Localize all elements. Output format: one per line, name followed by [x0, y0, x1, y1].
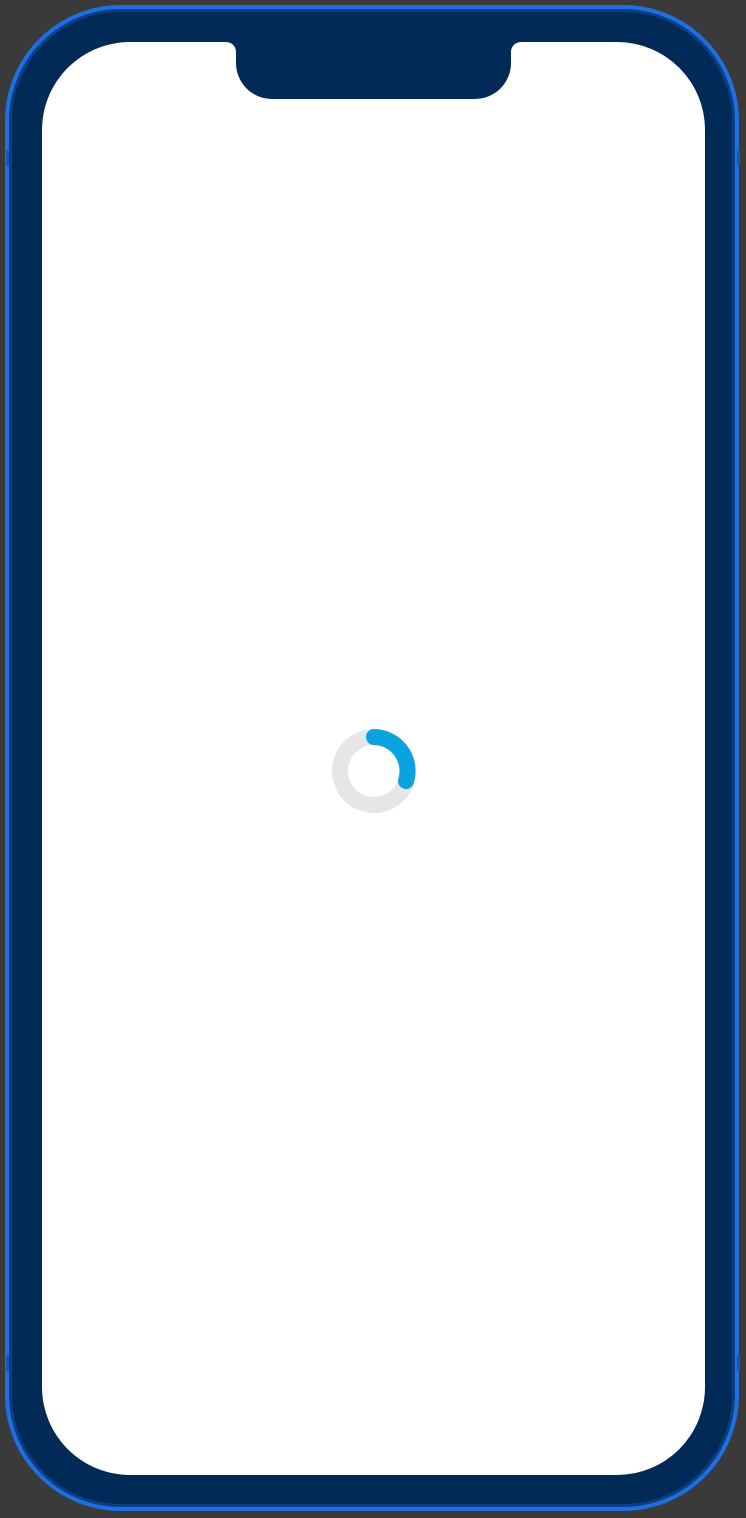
side-button-right-1 [737, 150, 740, 166]
camera-notch [236, 42, 511, 99]
side-button-left-1 [6, 150, 9, 166]
side-button-right-2 [737, 1355, 740, 1371]
loading-spinner-icon [332, 729, 416, 813]
side-button-left-2 [6, 1355, 9, 1371]
spinner-arc [366, 729, 416, 789]
